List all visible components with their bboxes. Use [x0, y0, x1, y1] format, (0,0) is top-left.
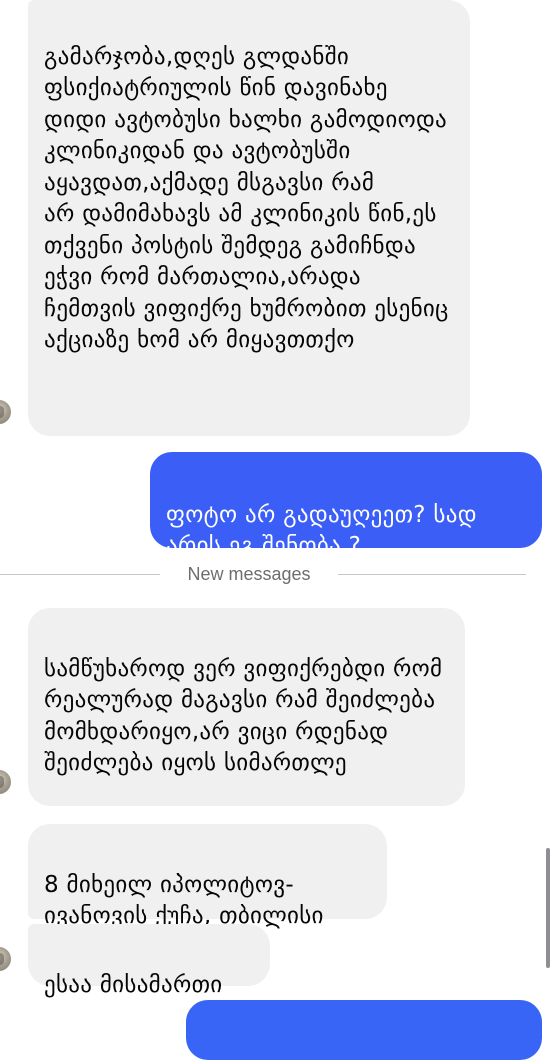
message-text: გამარჯობა,დღეს გლდანში ფსიქიატრიულის წინ… [44, 43, 449, 354]
incoming-message-bubble[interactable]: ესაა მისამართი [28, 924, 270, 998]
outgoing-message-bubble-partial[interactable] [186, 1000, 542, 1060]
message-text: სამწუხაროდ ვერ ვიფიქრებდი რომ რეალურად მ… [44, 655, 443, 777]
message-text: ფოტო არ გადაუღეეთ? სად არის ეგ შენობა ? [166, 501, 477, 560]
incoming-message-bubble[interactable]: 8 მიხეილ იპოლიტოვ- ივანოვის ქუჩა, თბილის… [28, 824, 387, 929]
incoming-message-bubble[interactable]: სამწუხაროდ ვერ ვიფიქრებდი რომ რეალურად მ… [28, 608, 465, 806]
new-messages-divider: New messages [0, 562, 554, 586]
contact-avatar[interactable] [0, 400, 11, 424]
contact-avatar[interactable] [0, 947, 11, 971]
divider-line-left [0, 574, 160, 575]
scrollbar[interactable] [546, 848, 550, 968]
new-messages-label: New messages [187, 564, 311, 584]
contact-avatar[interactable] [0, 770, 11, 794]
message-text: 8 მიხეილ იპოლიტოვ- ივანოვის ქუჩა, თბილის… [44, 871, 324, 930]
incoming-message-bubble[interactable]: გამარჯობა,დღეს გლდანში ფსიქიატრიულის წინ… [28, 0, 470, 436]
divider-line-right [338, 574, 526, 575]
message-text: ესაა მისამართი [44, 971, 223, 998]
outgoing-message-bubble[interactable]: ფოტო არ გადაუღეეთ? სად არის ეგ შენობა ? [150, 452, 542, 559]
